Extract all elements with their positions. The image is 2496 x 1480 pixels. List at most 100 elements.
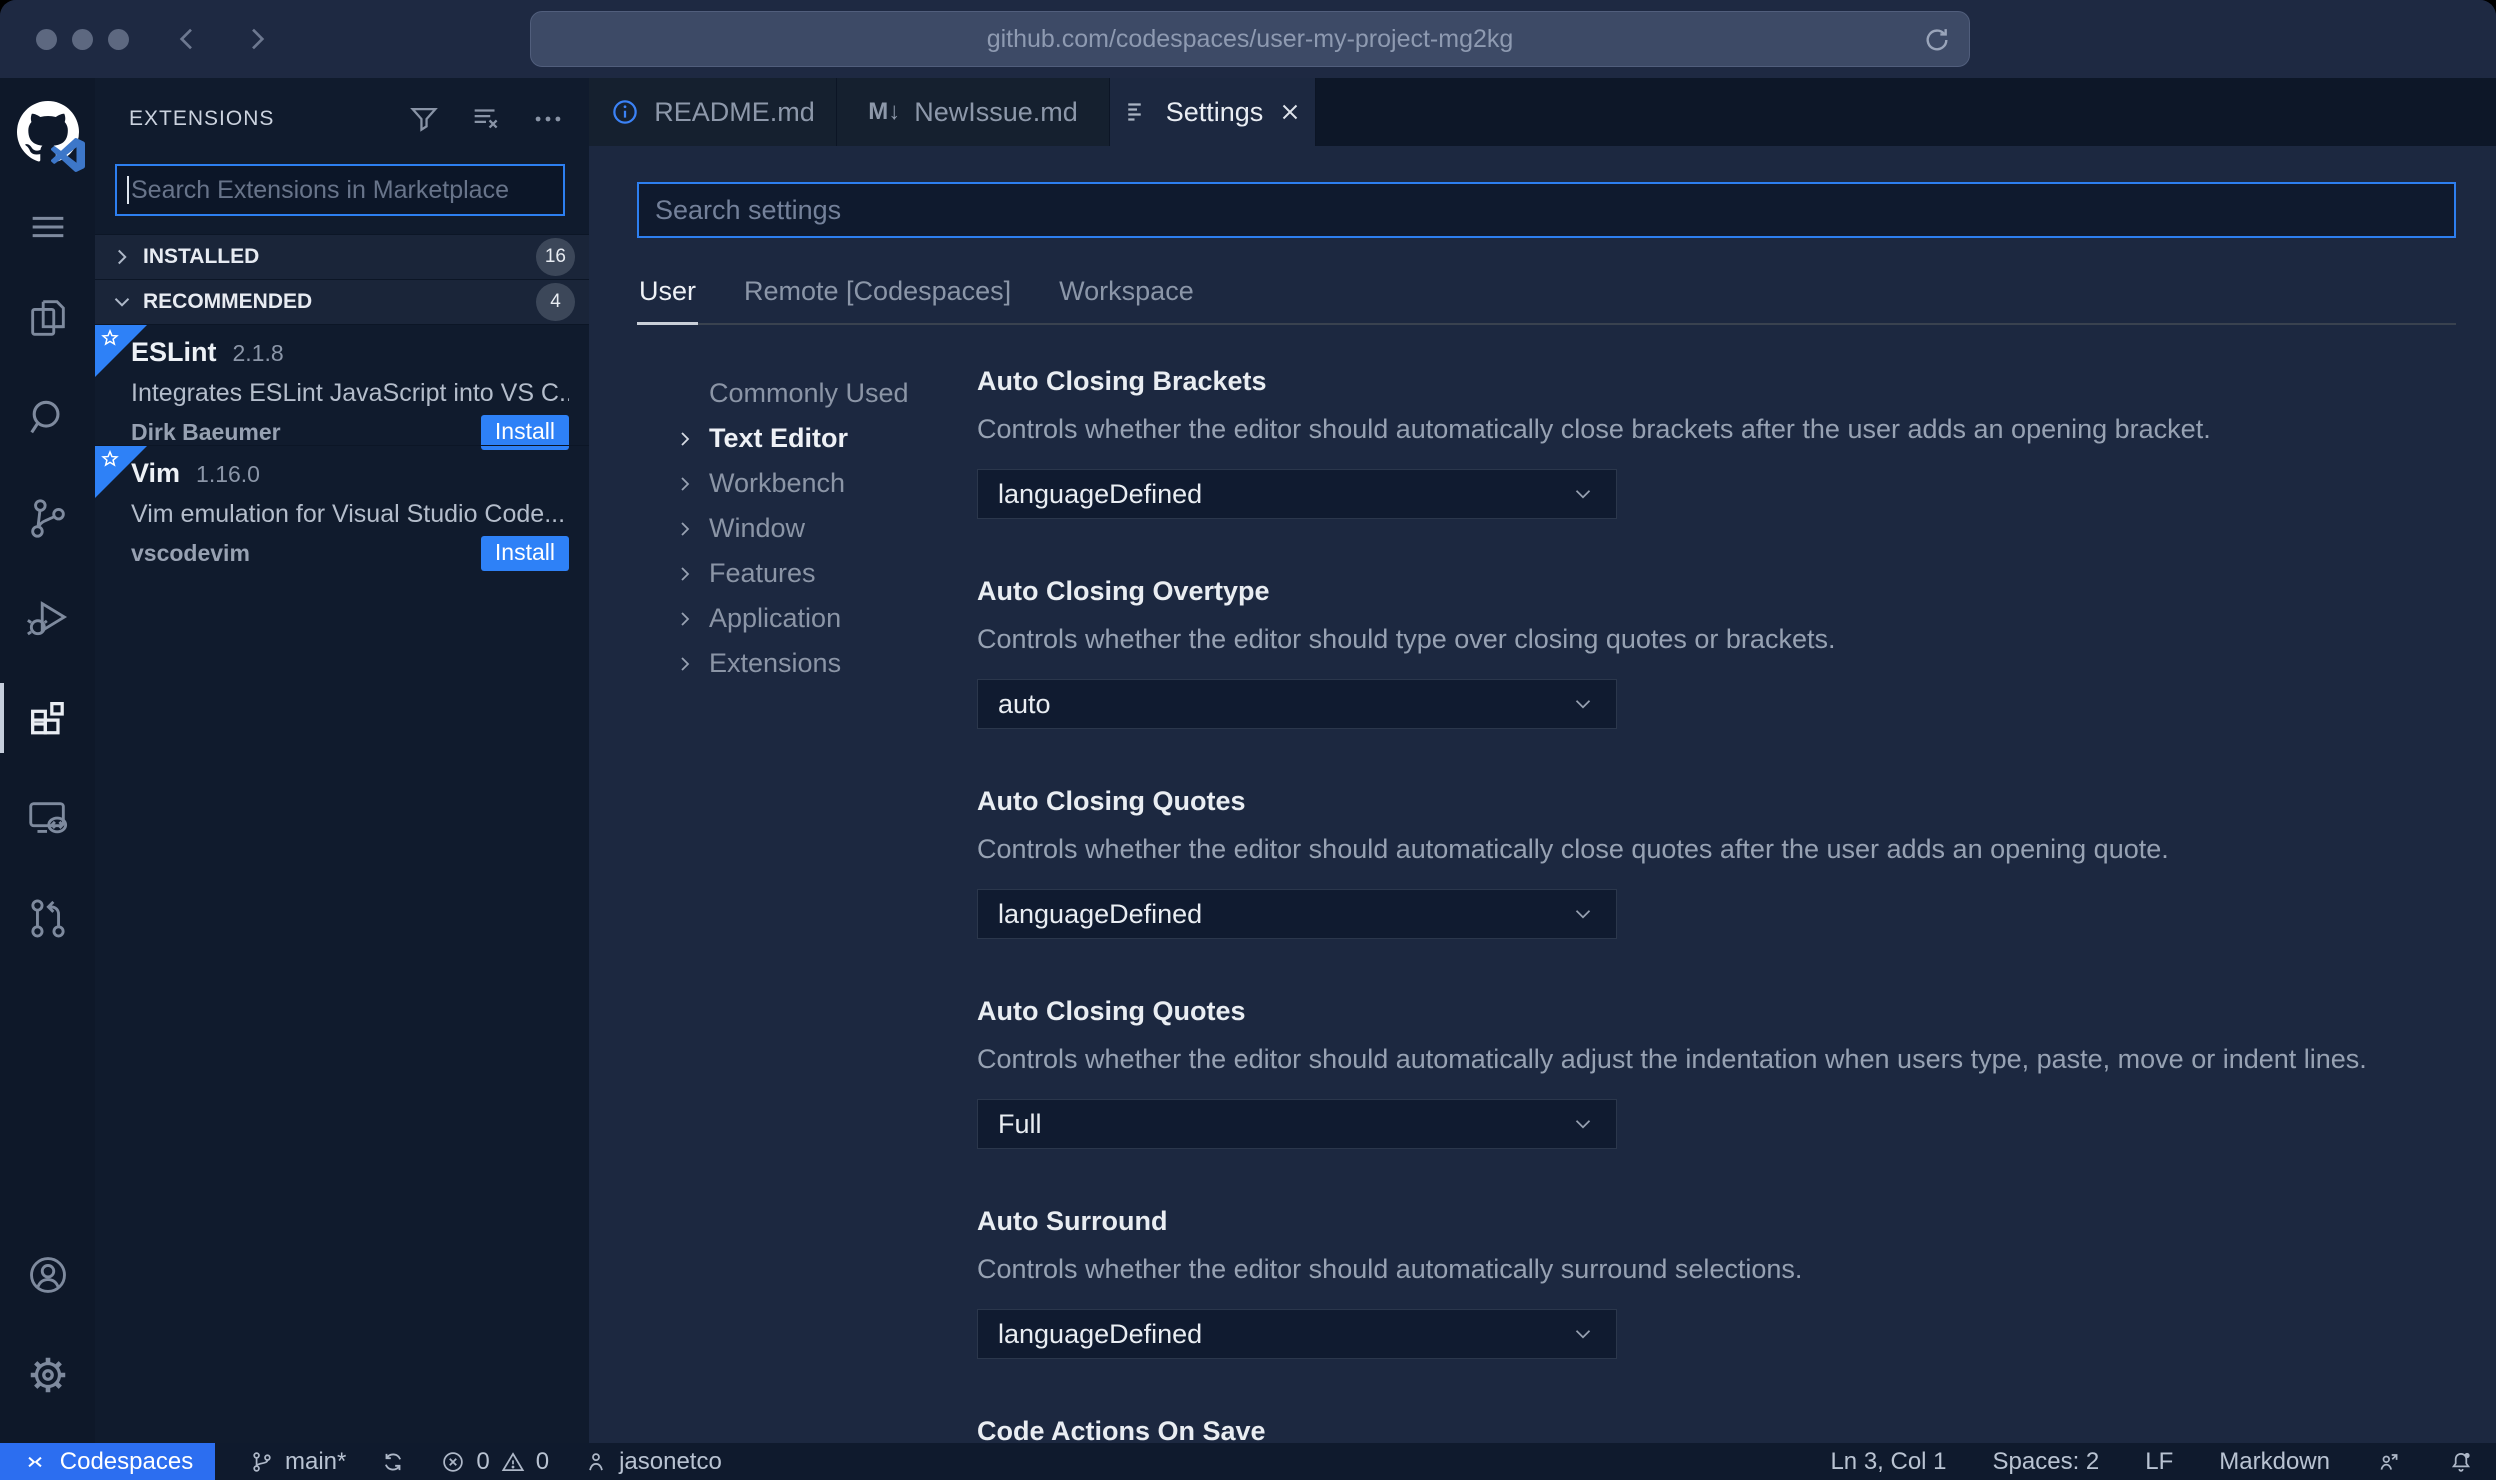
section-installed[interactable]: INSTALLED 16 [95,234,589,279]
activity-bar [0,78,95,1443]
settings-editor: User Remote [Codespaces] Workspace Commo… [589,146,2496,1443]
reload-icon[interactable] [1921,24,1953,56]
star-icon [101,449,119,467]
dropdown-value: languageDefined [998,478,1203,509]
chevron-down-icon [1575,910,1591,919]
toc-extensions[interactable]: Extensions [637,641,977,686]
clear-extensions-icon[interactable] [469,102,503,136]
pull-requests-button[interactable] [0,868,95,968]
active-indicator [0,683,4,753]
toc-workbench[interactable]: Workbench [637,461,977,506]
chevron-down-icon [1575,490,1591,499]
codespaces-status-button[interactable]: Codespaces [0,1443,215,1480]
chevron-down-icon [114,298,130,307]
tab-newissue[interactable]: M↓ NewIssue.md [837,78,1110,146]
user-status[interactable]: jasonetco [583,1448,722,1476]
chevron-right-icon [681,431,690,446]
setting-auto-closing-quotes: Auto Closing Quotes Controls whether the… [977,785,2456,939]
close-tab-icon[interactable] [1277,99,1303,125]
scope-remote[interactable]: Remote [Codespaces] [742,266,1013,323]
star-icon [101,328,119,346]
setting-dropdown[interactable]: languageDefined [977,1309,1617,1359]
window-controls[interactable] [36,28,129,50]
filter-icon[interactable] [407,102,441,136]
branch-status[interactable]: main* [249,1448,346,1476]
minimize-window-button[interactable] [72,28,93,50]
problems-status[interactable]: 0 0 [440,1448,549,1476]
toc-text-editor[interactable]: Text Editor [637,416,977,461]
account-icon [29,1257,66,1293]
settings-search[interactable] [637,182,2456,238]
toc-commonly-used[interactable]: Commonly Used [637,371,977,416]
toc-features[interactable]: Features [637,551,977,596]
settings-toc: Commonly Used Text Editor Workbench Wind… [637,365,977,1443]
extensions-button[interactable] [0,668,95,768]
remote-explorer-button[interactable] [0,768,95,868]
extension-item-vim[interactable]: Vim 1.16.0 Vim emulation for Visual Studi… [95,445,589,571]
dropdown-value: auto [998,688,1051,719]
browser-window: github.com/codespaces/user-my-project-mg… [0,0,2496,1480]
installed-count-badge: 16 [535,238,575,276]
tab-readme[interactable]: README.md [589,78,837,146]
extensions-search[interactable] [115,164,565,216]
eol-status[interactable]: LF [2145,1448,2173,1476]
setting-dropdown[interactable]: auto [977,679,1617,729]
sync-status[interactable] [380,1449,406,1475]
toc-application[interactable]: Application [637,596,977,641]
browser-chrome: github.com/codespaces/user-my-project-mg… [0,0,2496,78]
extension-version: 2.1.8 [232,340,284,366]
scope-user[interactable]: User [637,266,699,325]
install-button[interactable]: Install [480,535,569,571]
user-name: jasonetco [619,1447,722,1475]
extension-version: 1.16.0 [196,461,260,487]
source-control-button[interactable] [0,468,95,568]
more-actions-icon[interactable] [531,102,565,136]
markdown-icon: M↓ [868,98,901,125]
setting-dropdown[interactable]: languageDefined [977,469,1617,519]
back-icon[interactable] [171,23,203,55]
scope-workspace[interactable]: Workspace [1057,266,1196,323]
branch-icon [253,1451,271,1472]
run-debug-button[interactable] [0,568,95,668]
language-mode-status[interactable]: Markdown [2219,1448,2330,1476]
toc-window[interactable]: Window [637,506,977,551]
gear-icon [30,1357,65,1393]
setting-title: Code Actions On Save [977,1416,1266,1443]
indentation-status[interactable]: Spaces: 2 [1993,1448,2100,1476]
setting-auto-closing-overtype: Auto Closing Overtype Controls whether t… [977,575,2456,729]
github-codespaces-logo [0,78,95,186]
url-text: github.com/codespaces/user-my-project-mg… [986,24,1514,53]
search-button[interactable] [0,368,95,468]
address-bar[interactable]: github.com/codespaces/user-my-project-mg… [530,11,1970,67]
hamburger-menu-icon [32,216,63,238]
menu-button[interactable] [0,186,95,268]
forward-icon[interactable] [241,23,273,55]
remote-icon [28,1456,42,1467]
extension-item-eslint[interactable]: ESLint 2.1.8 Integrates ESLint JavaScript… [95,324,589,450]
settings-list: Auto Closing Brackets Controls whether t… [977,365,2456,1443]
tab-settings[interactable]: Settings [1110,78,1316,146]
setting-dropdown[interactable]: languageDefined [977,889,1617,939]
editor-area: README.md M↓ NewIssue.md Settings User [589,78,2496,1443]
bell-icon [2451,1452,2471,1472]
setting-title: Auto Closing Brackets [977,366,1267,396]
zoom-window-button[interactable] [108,28,129,50]
section-recommended[interactable]: RECOMMENDED 4 [95,279,589,324]
settings-list-icon [1127,103,1141,121]
feedback-status[interactable] [2376,1449,2402,1475]
search-icon [29,400,59,434]
dropdown-value: languageDefined [998,1318,1203,1349]
chevron-down-icon [1575,1120,1591,1129]
settings-gear-button[interactable] [0,1325,95,1425]
setting-dropdown[interactable]: Full [977,1099,1617,1149]
setting-description: Controls whether the editor should type … [977,624,1836,654]
explorer-button[interactable] [0,268,95,368]
extensions-search-input[interactable] [117,166,563,214]
cursor-position-status[interactable]: Ln 3, Col 1 [1830,1448,1946,1476]
close-window-button[interactable] [36,28,57,50]
recommended-count-badge: 4 [536,283,575,321]
extension-author: Dirk Baeumer [131,418,281,445]
account-button[interactable] [0,1225,95,1325]
settings-search-input[interactable] [639,184,2454,236]
notifications-status[interactable] [2448,1449,2474,1475]
